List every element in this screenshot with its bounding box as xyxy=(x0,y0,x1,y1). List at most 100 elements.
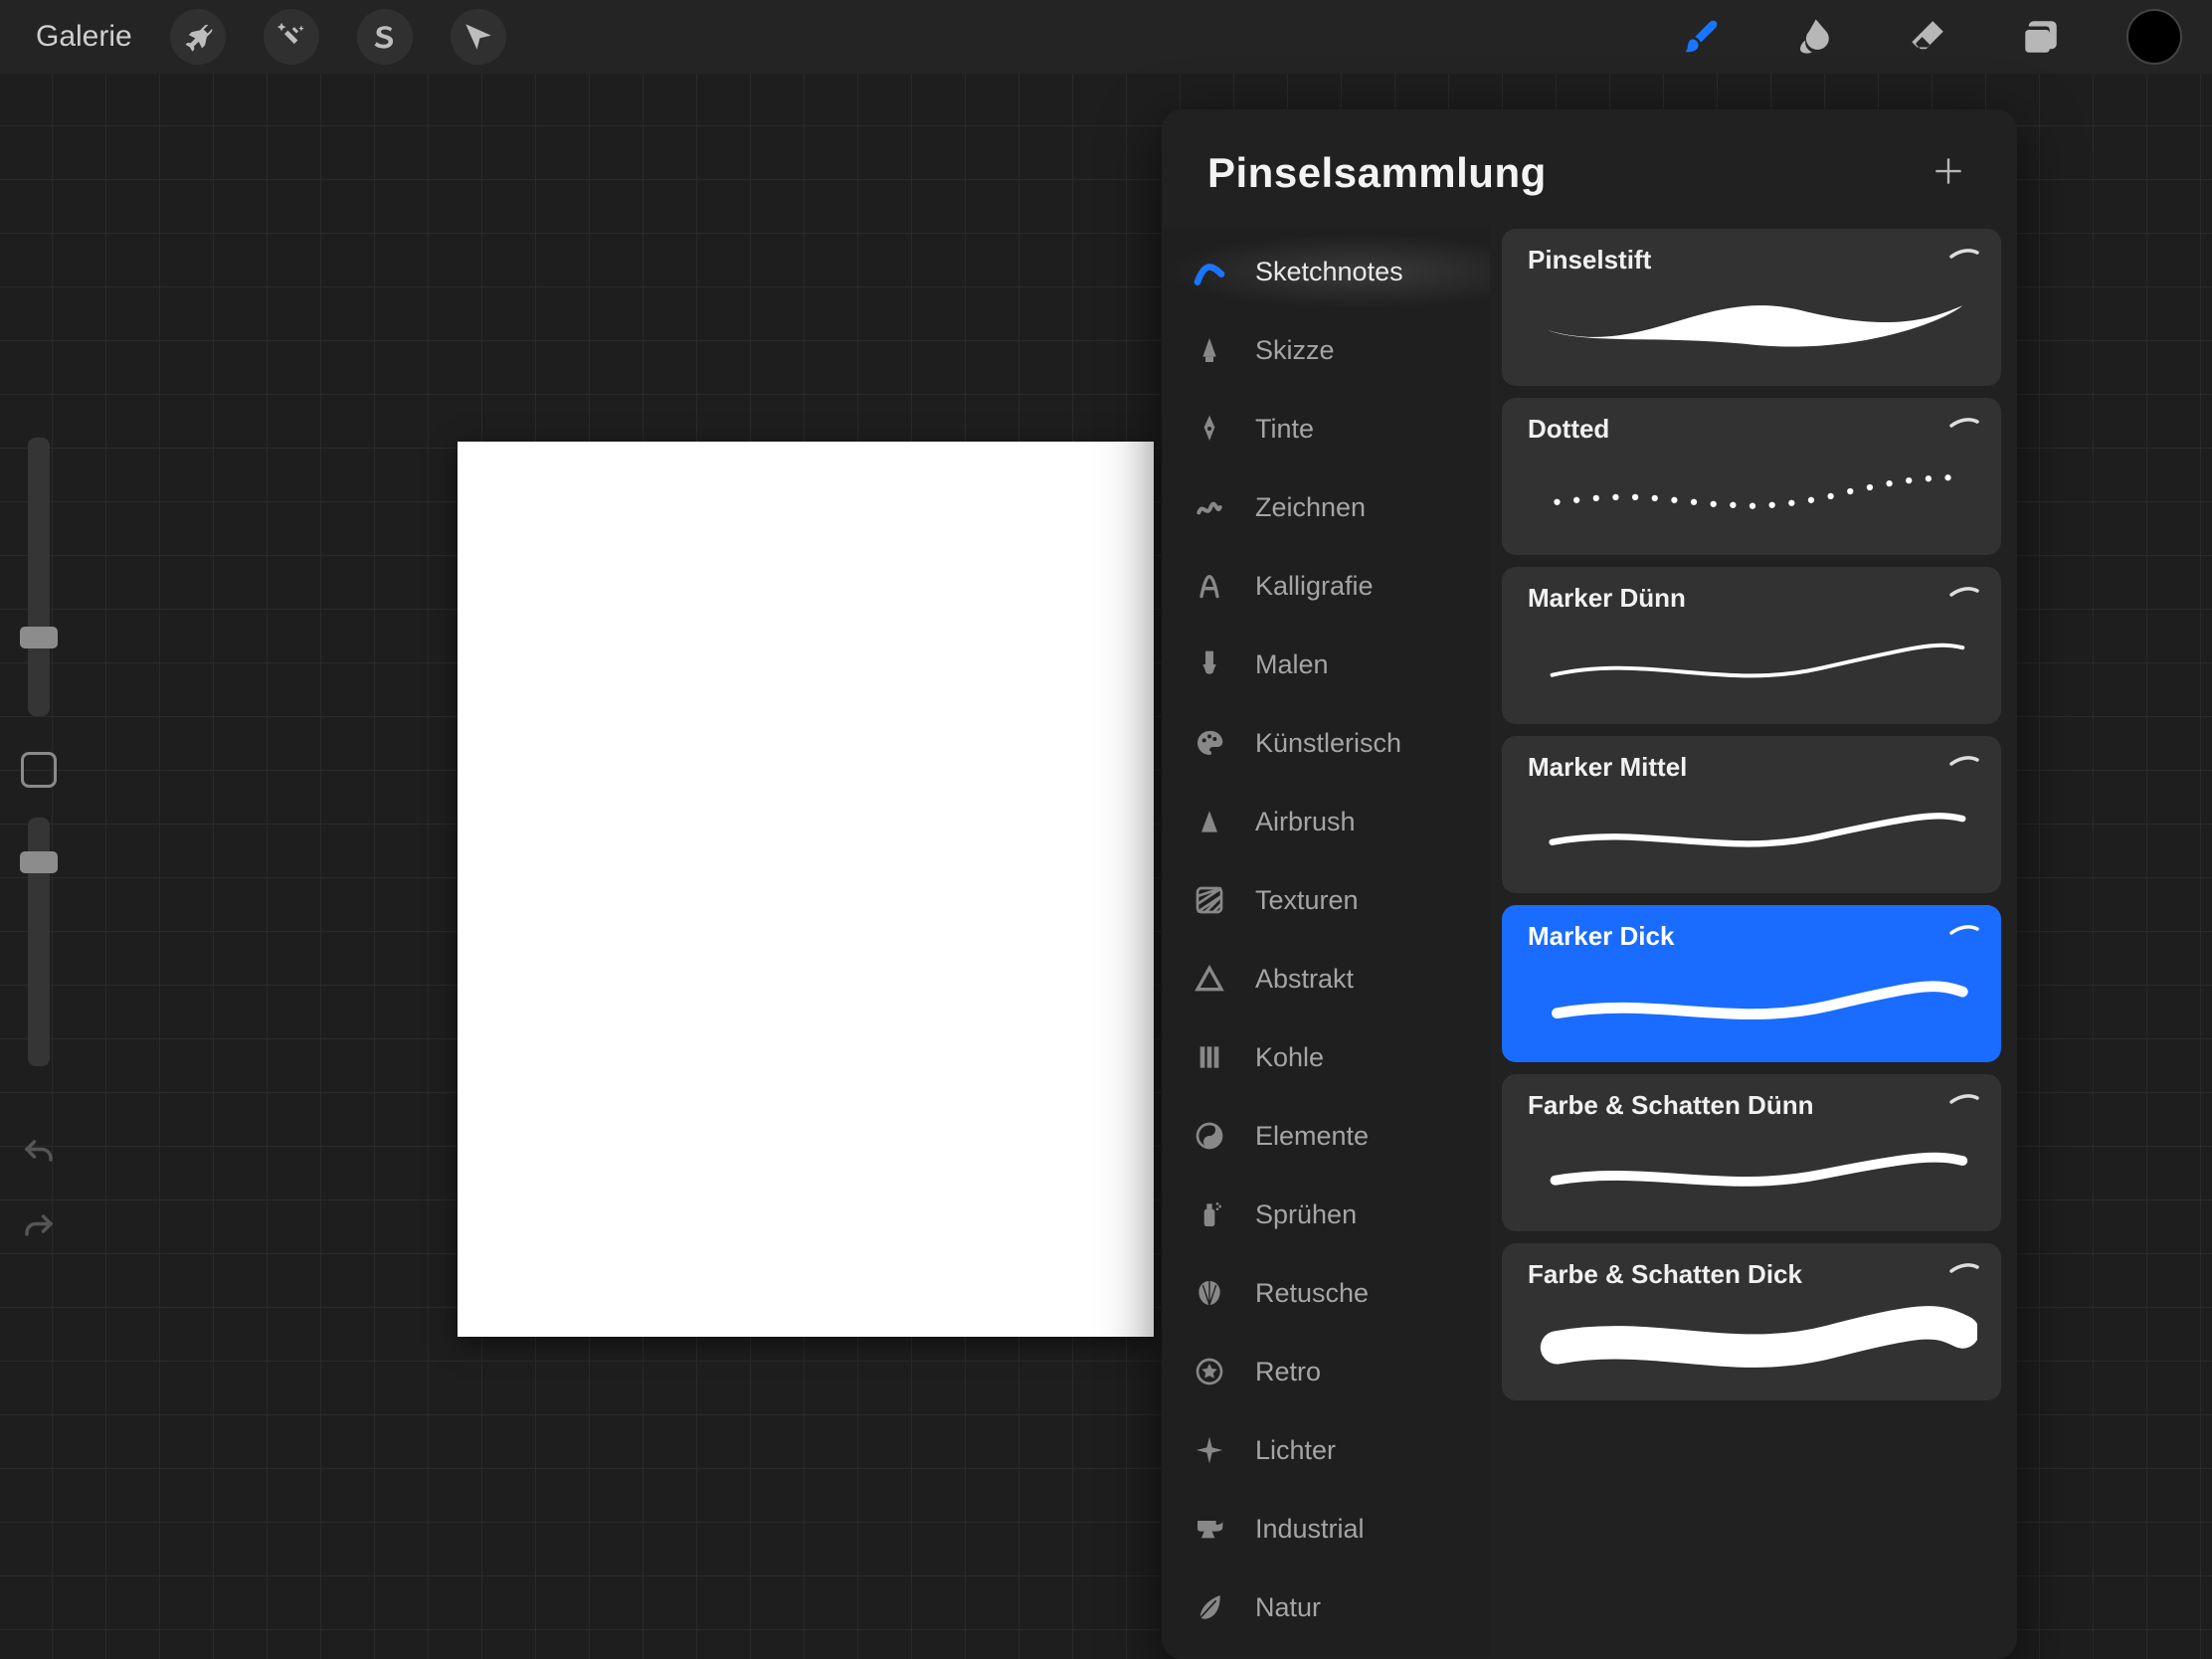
category-label: Künstlerisch xyxy=(1255,728,1401,759)
category-item-natur[interactable]: Natur xyxy=(1162,1569,1490,1645)
category-item-spruehen[interactable]: Sprühen xyxy=(1162,1177,1490,1252)
brush-card-farbe-schatten-dick[interactable]: Farbe & Schatten Dick xyxy=(1502,1243,2001,1400)
category-item-retusche[interactable]: Retusche xyxy=(1162,1255,1490,1331)
brush-size-thumb[interactable] xyxy=(20,627,58,648)
add-brush-icon[interactable] xyxy=(1930,152,1967,195)
panel-title: Pinselsammlung xyxy=(1207,149,1547,197)
category-label: Airbrush xyxy=(1255,807,1356,837)
category-label: Abstrakt xyxy=(1255,964,1354,995)
category-label: Malen xyxy=(1255,649,1329,680)
category-item-lichter[interactable]: Lichter xyxy=(1162,1412,1490,1488)
brush-name: Pinselstift xyxy=(1528,245,1977,276)
category-item-airbrush[interactable]: Airbrush xyxy=(1162,784,1490,859)
category-item-kohle[interactable]: Kohle xyxy=(1162,1019,1490,1095)
redo-icon[interactable] xyxy=(21,1210,57,1251)
bars-icon xyxy=(1192,1039,1227,1075)
brush-category-list: Sketchnotes Skizze Tinte Zeichnen Kalligrafi… xyxy=(1162,227,1490,1657)
fountain-pen-icon xyxy=(1192,411,1227,447)
left-slider-bar xyxy=(10,438,68,1251)
smudge-tool-icon[interactable] xyxy=(1786,9,1842,65)
category-item-zeichnen[interactable]: Zeichnen xyxy=(1162,469,1490,545)
brush-name: Dotted xyxy=(1528,414,1977,445)
palette-icon xyxy=(1192,725,1227,761)
brush-name: Marker Dünn xyxy=(1528,583,1977,614)
brush-library-panel: Pinselsammlung Sketchnotes Skizze Tinte Zei… xyxy=(1162,109,2017,1659)
yin-yang-icon xyxy=(1192,1118,1227,1154)
brush-preview xyxy=(1528,952,1977,1041)
brush-swipe-icon xyxy=(1949,1092,1979,1111)
paint-brush-icon xyxy=(1192,646,1227,682)
brush-preview xyxy=(1528,614,1977,703)
modify-button[interactable] xyxy=(21,752,57,788)
brush-preview xyxy=(1528,445,1977,534)
brush-name: Marker Mittel xyxy=(1528,752,1977,783)
pencil-tip-icon xyxy=(1192,332,1227,368)
shell-icon xyxy=(1192,1275,1227,1311)
gallery-button[interactable]: Galerie xyxy=(36,20,132,54)
category-item-skizze[interactable]: Skizze xyxy=(1162,312,1490,388)
category-label: Tinte xyxy=(1255,414,1314,445)
opacity-slider[interactable] xyxy=(28,818,50,1066)
brush-swipe-icon xyxy=(1949,585,1979,604)
undo-icon[interactable] xyxy=(21,1136,57,1177)
brush-card-marker-mittel[interactable]: Marker Mittel xyxy=(1502,736,2001,893)
layers-icon[interactable] xyxy=(2013,9,2069,65)
brush-swipe-icon xyxy=(1949,247,1979,266)
brush-name: Farbe & Schatten Dünn xyxy=(1528,1090,1977,1121)
brush-card-farbe-schatten-duenn[interactable]: Farbe & Schatten Dünn xyxy=(1502,1074,2001,1231)
brush-swipe-icon xyxy=(1949,1261,1979,1280)
category-label: Lichter xyxy=(1255,1435,1336,1466)
brush-stroke-icon xyxy=(1192,254,1227,289)
sparkle-icon xyxy=(1192,1432,1227,1468)
category-item-texturen[interactable]: Texturen xyxy=(1162,862,1490,938)
canvas[interactable] xyxy=(458,442,1154,1337)
category-item-kalligrafie[interactable]: Kalligrafie xyxy=(1162,548,1490,624)
brush-list: Pinselstift Dotted Marker Dünn Marker Mitte… xyxy=(1490,227,2017,1657)
star-circle-icon xyxy=(1192,1354,1227,1389)
selection-s-icon[interactable] xyxy=(357,9,413,65)
actions-wrench-icon[interactable] xyxy=(170,9,226,65)
current-color-swatch[interactable] xyxy=(2126,9,2182,65)
brush-card-dotted[interactable]: Dotted xyxy=(1502,398,2001,555)
eraser-tool-icon[interactable] xyxy=(1900,9,1955,65)
category-label: Texturen xyxy=(1255,885,1359,916)
brush-preview xyxy=(1528,276,1977,365)
leaf-icon xyxy=(1192,1589,1227,1625)
brush-preview xyxy=(1528,783,1977,872)
category-item-kuenstlerisch[interactable]: Künstlerisch xyxy=(1162,705,1490,781)
brush-card-pinselstift[interactable]: Pinselstift xyxy=(1502,229,2001,386)
category-item-tinte[interactable]: Tinte xyxy=(1162,391,1490,466)
top-left-group: Galerie xyxy=(36,9,506,65)
category-label: Natur xyxy=(1255,1592,1321,1623)
category-item-sketchnotes[interactable]: Sketchnotes xyxy=(1162,234,1490,309)
category-label: Zeichnen xyxy=(1255,492,1366,523)
triangle-icon xyxy=(1192,961,1227,997)
category-item-abstrakt[interactable]: Abstrakt xyxy=(1162,941,1490,1016)
category-label: Industrial xyxy=(1255,1514,1365,1545)
hatch-icon xyxy=(1192,882,1227,918)
top-toolbar: Galerie xyxy=(0,0,2212,74)
brush-size-slider[interactable] xyxy=(28,438,50,716)
category-label: Elemente xyxy=(1255,1121,1369,1152)
category-label: Kalligrafie xyxy=(1255,571,1374,602)
opacity-thumb[interactable] xyxy=(20,851,58,873)
calligraphy-a-icon xyxy=(1192,568,1227,604)
brush-swipe-icon xyxy=(1949,416,1979,435)
transform-arrow-icon[interactable] xyxy=(451,9,506,65)
category-item-elemente[interactable]: Elemente xyxy=(1162,1098,1490,1174)
category-item-industrial[interactable]: Industrial xyxy=(1162,1491,1490,1567)
brush-tool-icon[interactable] xyxy=(1673,9,1729,65)
brush-card-marker-dick[interactable]: Marker Dick xyxy=(1502,905,2001,1062)
adjustments-wand-icon[interactable] xyxy=(264,9,319,65)
top-right-group xyxy=(1673,9,2182,65)
anvil-icon xyxy=(1192,1511,1227,1547)
category-item-malen[interactable]: Malen xyxy=(1162,627,1490,702)
category-label: Sprühen xyxy=(1255,1199,1357,1230)
brush-card-marker-duenn[interactable]: Marker Dünn xyxy=(1502,567,2001,724)
spray-can-icon xyxy=(1192,1197,1227,1232)
brush-name: Marker Dick xyxy=(1528,921,1977,952)
brush-preview xyxy=(1528,1290,1977,1380)
category-label: Sketchnotes xyxy=(1255,257,1403,287)
brush-swipe-icon xyxy=(1949,923,1979,942)
category-item-retro[interactable]: Retro xyxy=(1162,1334,1490,1409)
